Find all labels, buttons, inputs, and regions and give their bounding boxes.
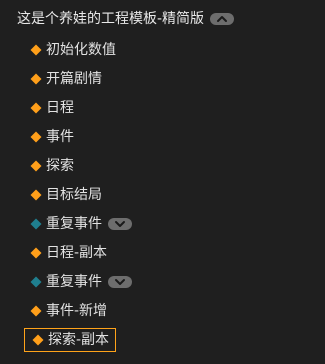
- project-tree: 这是个养娃的工程模板-精简版 初始化数值 开篇剧情 日程 事件 探索 目标结局 …: [0, 0, 325, 364]
- tree-item-explore-copy[interactable]: 探索-副本: [24, 328, 117, 352]
- orange-diamond-icon: [30, 73, 42, 85]
- tree-root-label: 这是个养娃的工程模板-精简版: [17, 11, 205, 27]
- tree-item-repeat-events[interactable]: 重复事件: [30, 213, 132, 235]
- teal-diamond-icon: [30, 276, 42, 288]
- chevron-down-icon[interactable]: [108, 276, 132, 288]
- tree-item-label: 探索: [46, 158, 74, 174]
- tree-item-repeat-events[interactable]: 重复事件: [30, 271, 132, 293]
- orange-diamond-icon: [30, 247, 42, 259]
- tree-item-label: 重复事件: [46, 274, 102, 290]
- tree-item-label: 初始化数值: [46, 42, 116, 58]
- tree-item-explore[interactable]: 探索: [30, 155, 74, 177]
- tree-item-label: 事件: [46, 129, 74, 145]
- chevron-down-icon[interactable]: [108, 218, 132, 230]
- tree-item-label: 探索-副本: [48, 332, 110, 348]
- tree-item-opening-story[interactable]: 开篇剧情: [30, 68, 102, 90]
- tree-item-events[interactable]: 事件: [30, 126, 74, 148]
- tree-item-init-values[interactable]: 初始化数值: [30, 39, 116, 61]
- tree-item-schedule-copy[interactable]: 日程-副本: [30, 242, 107, 264]
- tree-item-events-new[interactable]: 事件-新增: [30, 300, 107, 322]
- tree-item-label: 日程-副本: [46, 245, 108, 261]
- tree-item-label: 事件-新增: [46, 303, 108, 319]
- tree-item-schedule[interactable]: 日程: [30, 97, 74, 119]
- orange-diamond-icon: [32, 334, 44, 346]
- tree-item-label: 开篇剧情: [46, 71, 102, 87]
- teal-diamond-icon: [30, 218, 42, 230]
- tree-item-label: 目标结局: [46, 187, 102, 203]
- tree-item-target-ending[interactable]: 目标结局: [30, 184, 102, 206]
- tree-item-label: 日程: [46, 100, 74, 116]
- orange-diamond-icon: [30, 305, 42, 317]
- chevron-up-icon[interactable]: [210, 13, 235, 25]
- orange-diamond-icon: [30, 102, 42, 114]
- tree-item-label: 重复事件: [46, 216, 102, 232]
- orange-diamond-icon: [30, 189, 42, 201]
- tree-root[interactable]: 这是个养娃的工程模板-精简版: [17, 8, 235, 30]
- orange-diamond-icon: [30, 44, 42, 56]
- orange-diamond-icon: [30, 160, 42, 172]
- orange-diamond-icon: [30, 131, 42, 143]
